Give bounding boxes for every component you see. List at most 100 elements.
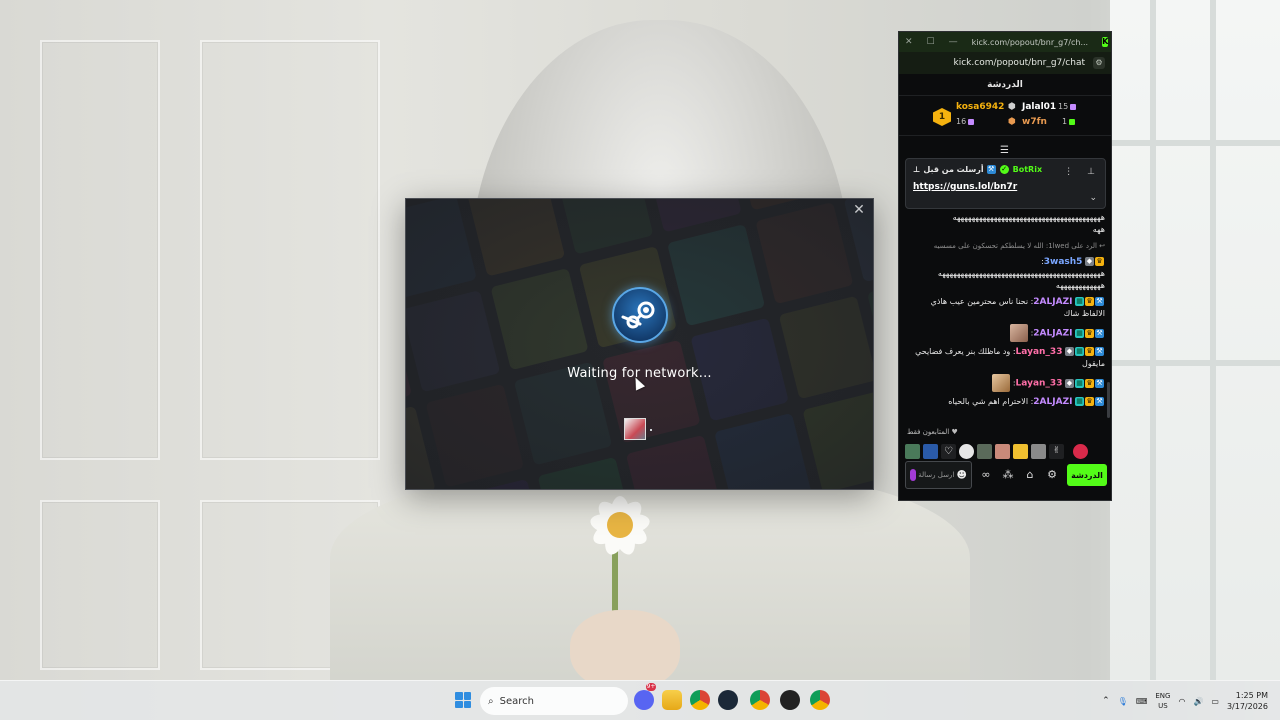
wall-panel <box>200 40 380 460</box>
leaderboard-first-name[interactable]: kosa6942 <box>956 102 1004 112</box>
link-icon[interactable]: ∞ <box>978 467 994 483</box>
chat-message: ⚒♛▦◆ Layan_33: <box>907 374 1105 392</box>
emoji-icon[interactable]: ☻ <box>957 470 967 481</box>
moderator-badge-icon: ⚒ <box>986 165 996 174</box>
emote-button[interactable] <box>959 443 974 459</box>
crown-badge-icon: ♛ <box>1095 257 1104 266</box>
wall-panel <box>40 40 160 460</box>
popout-urlbar: kick.com/popout/bnr_g7/chat ⚙ <box>899 52 1111 74</box>
emote-button[interactable] <box>923 443 938 459</box>
chrome-profile-icon[interactable] <box>810 690 830 710</box>
chat-username[interactable]: Layan_33 <box>1016 379 1063 389</box>
chat-input-row: ارسل رسالة ☻ ∞ ⁂ ⌂ ⚙ الدردشة <box>905 460 1107 490</box>
pinned-link[interactable]: https://guns.lol/bn7r <box>913 182 1098 192</box>
store-icon[interactable]: ⌂ <box>1022 467 1038 483</box>
language-indicator[interactable]: ENG US <box>1155 691 1170 711</box>
chrome-icon[interactable] <box>690 690 710 710</box>
wallpaper-window <box>1110 0 1280 680</box>
pinned-message: ⋮ ⊥ ⊥ أرسلت من قبل ⚒ ✓ BotRix https://gu… <box>905 158 1106 209</box>
windows-start-icon[interactable] <box>455 692 471 708</box>
clock[interactable]: 1:25 PM 3/17/2026 <box>1227 690 1268 712</box>
pinned-author[interactable]: BotRix <box>1013 165 1042 174</box>
heart-icon: ♥ <box>951 428 958 436</box>
chat-input[interactable]: ارسل رسالة ☻ <box>905 461 972 489</box>
discord-icon[interactable] <box>634 690 654 710</box>
gear-icon[interactable]: ⚙ <box>1044 467 1060 483</box>
minimize-icon[interactable]: — <box>949 37 958 47</box>
chat-scrollbar[interactable] <box>1107 382 1110 418</box>
unpin-icon[interactable]: ⊥ <box>1087 167 1095 177</box>
emote-button[interactable] <box>905 443 920 459</box>
titlebar-url: kick.com/popout/bnr_g7/ch... <box>971 37 1089 47</box>
site-settings-icon[interactable]: ⚙ <box>1093 57 1105 69</box>
kick-chat-popout: ✕ ☐ — kick.com/popout/bnr_g7/ch... K kic… <box>898 31 1112 501</box>
chat-username[interactable]: Layan_33 <box>1016 347 1063 357</box>
emote-image <box>992 374 1011 392</box>
url-text[interactable]: kick.com/popout/bnr_g7/chat <box>954 58 1085 68</box>
gift-leaderboard: 1 kosa6942 16 ⬢ Jalal01 15 ⬢ w7fn 1 <box>899 96 1111 136</box>
leaderboard-third-name[interactable]: w7fn <box>1022 117 1047 127</box>
chat-message: ⚒♛▦ 2ALJAZI: الاحترام اهم شي بالحياه <box>948 397 1104 407</box>
leaderboard-second-name[interactable]: Jalal01 <box>1022 102 1056 112</box>
emote-button[interactable] <box>1031 443 1046 459</box>
emote-button[interactable] <box>995 443 1010 459</box>
emote-image <box>1010 324 1029 342</box>
chevron-down-icon[interactable]: ⌄ <box>1089 193 1097 203</box>
shield-badge-icon: ◆ <box>1065 347 1074 356</box>
battery-icon[interactable]: ▭ <box>1211 697 1219 706</box>
more-options-icon[interactable]: ⋮ <box>1064 167 1073 177</box>
emote-button[interactable]: ✌ <box>1049 443 1064 459</box>
pin-icon: ⊥ <box>913 165 921 174</box>
cluster-icon[interactable]: ⁂ <box>1000 467 1016 483</box>
chat-username[interactable]: 2ALJAZI <box>1033 329 1072 339</box>
wallpaper-hand <box>570 610 680 680</box>
rank-badge-icon: 1 <box>933 108 951 126</box>
kick-logo-icon: K <box>1102 37 1109 47</box>
chat-send-button[interactable]: الدردشة <box>1067 464 1107 486</box>
reply-preview[interactable]: ↩ الرد على 1lwed: الله لا يسلطكم تحسكون … <box>907 240 1105 252</box>
wifi-icon[interactable]: ◠ <box>1178 697 1185 706</box>
popout-titlebar: ✕ ☐ — kick.com/popout/bnr_g7/ch... K <box>899 32 1111 52</box>
emote-button[interactable] <box>977 443 992 459</box>
followers-only-label: ♥ المتابعون فقط <box>907 428 958 436</box>
microphone-icon[interactable]: 🎙 <box>1118 697 1128 706</box>
emote-button[interactable] <box>1013 443 1028 459</box>
file-explorer-icon[interactable] <box>662 690 682 710</box>
subscriber-badge-icon: ▦ <box>1075 328 1084 338</box>
heart-emote-icon[interactable]: ♡ <box>941 443 956 459</box>
emote-bar: ♡ ✌ <box>905 442 1105 460</box>
user-avatar <box>624 418 646 440</box>
steam-logo-icon <box>612 287 668 343</box>
close-icon[interactable]: ✕ <box>851 202 867 218</box>
volume-icon[interactable]: 🔊 <box>1193 697 1203 706</box>
keyboard-icon[interactable]: ⌨ <box>1136 697 1148 706</box>
chevron-up-icon[interactable]: ⌃ <box>1102 696 1110 706</box>
moderator-badge-icon: ⚒ <box>1095 397 1104 406</box>
moderator-badge-icon: ⚒ <box>1095 297 1104 306</box>
system-tray: ⌃ 🎙 ⌨ ENG US ◠ 🔊 ▭ 1:25 PM 3/17/2026 <box>1102 681 1268 720</box>
moderator-badge-icon: ⚒ <box>1095 347 1104 356</box>
emote-button[interactable] <box>1073 443 1088 459</box>
steam-launch-dialog: ✕ Waiting for network... <box>405 198 874 490</box>
verified-badge-icon: ✓ <box>999 165 1009 174</box>
crown-badge-icon: ♛ <box>1085 297 1094 306</box>
chat-username[interactable]: 2ALJAZI <box>1033 297 1072 307</box>
chat-message: هههههههههههههههههههههههههههههههههههههههه… <box>952 213 1105 234</box>
filter-icon[interactable]: ☰ <box>1000 145 1009 156</box>
maximize-icon[interactable]: ☐ <box>927 37 935 47</box>
close-icon[interactable]: ✕ <box>905 37 913 47</box>
crown-badge-icon: ♛ <box>1085 328 1094 338</box>
subscriber-badge-icon: ▦ <box>1075 297 1084 306</box>
chat-header-title: الدردشة <box>899 74 1111 96</box>
steam-icon[interactable] <box>718 690 738 710</box>
taskbar-search[interactable]: ⌕ Search <box>480 687 628 715</box>
chat-username[interactable]: 2ALJAZI <box>1033 397 1072 407</box>
gem-icon <box>1070 103 1077 110</box>
chat-message: ⚒♛▦◆ Layan_33: ود ماظلك بنر يعرف فضايحي … <box>915 347 1105 368</box>
crown-badge-icon: ♛ <box>1085 397 1094 406</box>
chat-username[interactable]: 3wash5 <box>1044 257 1083 267</box>
leaderboard-first-count: 16 <box>956 117 975 126</box>
subscriber-badge-icon: ▦ <box>1075 378 1084 388</box>
app-icon[interactable] <box>780 690 800 710</box>
chrome-profile-icon[interactable] <box>750 690 770 710</box>
